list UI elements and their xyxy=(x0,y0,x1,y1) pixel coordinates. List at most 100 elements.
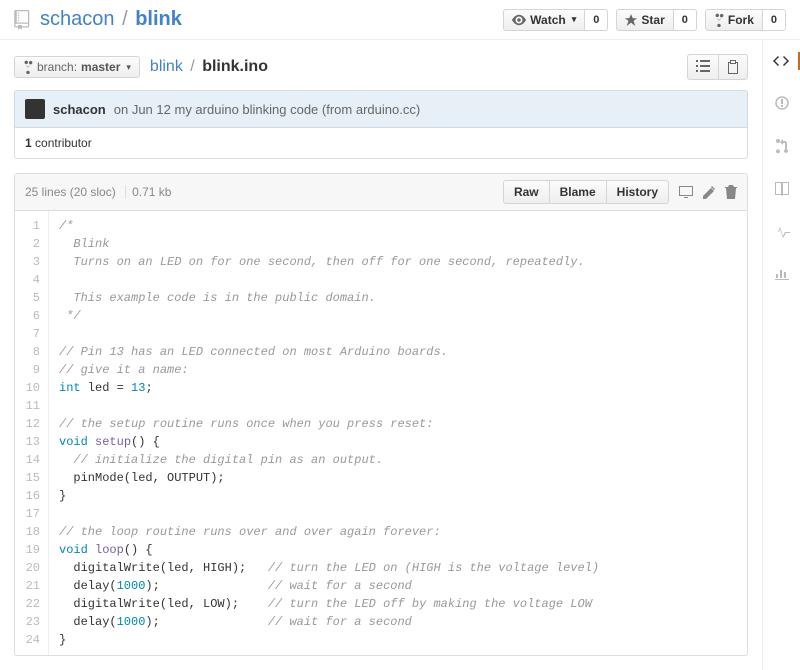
code-line xyxy=(59,397,599,415)
code-line: // initialize the digital pin as an outp… xyxy=(59,451,599,469)
line-number[interactable]: 20 xyxy=(23,559,40,577)
line-number[interactable]: 3 xyxy=(23,253,40,271)
code-line: delay(1000); // wait for a second xyxy=(59,613,599,631)
fork-button[interactable]: Fork xyxy=(705,9,763,31)
code-lines[interactable]: /* Blink Turns on an LED on for one seco… xyxy=(49,211,609,655)
path-row: branch: master ▾ blink / blink.ino xyxy=(14,54,748,80)
code-line: delay(1000); // wait for a second xyxy=(59,577,599,595)
sidebar-pulse[interactable] xyxy=(763,222,800,240)
sidebar-pulls[interactable] xyxy=(763,136,800,156)
commit-date: on Jun 12 xyxy=(114,102,171,117)
line-number[interactable]: 12 xyxy=(23,415,40,433)
path-root[interactable]: blink xyxy=(150,58,183,75)
branch-select[interactable]: branch: master ▾ xyxy=(14,56,140,78)
clipboard-icon xyxy=(727,60,739,74)
trash-icon xyxy=(725,185,737,199)
line-number[interactable]: 15 xyxy=(23,469,40,487)
star-count[interactable]: 0 xyxy=(674,9,697,31)
line-numbers: 123456789101112131415161718192021222324 xyxy=(15,211,49,655)
sidebar-code[interactable] xyxy=(763,52,800,70)
repo-actions: Watch▾ 0 Star 0 Fork 0 xyxy=(503,9,786,31)
code-icon xyxy=(773,54,789,68)
file-size: 0.71 kb xyxy=(132,185,171,199)
avatar[interactable] xyxy=(25,99,45,119)
star-button[interactable]: Star xyxy=(616,9,673,31)
line-number[interactable]: 16 xyxy=(23,487,40,505)
sidebar xyxy=(762,40,800,670)
repo-name-link[interactable]: blink xyxy=(135,8,182,30)
code-line: Turns on an LED on for one second, then … xyxy=(59,253,599,271)
sidebar-graphs[interactable] xyxy=(763,264,800,282)
watch-count[interactable]: 0 xyxy=(585,9,608,31)
history-button[interactable]: History xyxy=(607,180,669,204)
line-number[interactable]: 2 xyxy=(23,235,40,253)
separator: / xyxy=(122,8,128,30)
graph-icon xyxy=(775,266,789,280)
line-number[interactable]: 10 xyxy=(23,379,40,397)
file-actions: Raw Blame History xyxy=(503,180,737,204)
content: branch: master ▾ blink / blink.ino schac… xyxy=(0,40,762,670)
sidebar-issues[interactable] xyxy=(763,94,800,112)
eye-icon xyxy=(512,14,526,26)
line-number[interactable]: 11 xyxy=(23,397,40,415)
fork-label: Fork xyxy=(728,13,754,27)
line-number[interactable]: 1 xyxy=(23,217,40,235)
line-number[interactable]: 6 xyxy=(23,307,40,325)
edit-button[interactable] xyxy=(703,185,715,199)
main: branch: master ▾ blink / blink.ino schac… xyxy=(0,40,800,670)
code-line: void loop() { xyxy=(59,541,599,559)
code-line: digitalWrite(led, HIGH); // turn the LED… xyxy=(59,559,599,577)
code-line: // the loop routine runs over and over a… xyxy=(59,523,599,541)
commit-message: my arduino blinking code (from arduino.c… xyxy=(174,102,420,117)
code-line: */ xyxy=(59,307,599,325)
line-number[interactable]: 7 xyxy=(23,325,40,343)
fork-group: Fork 0 xyxy=(705,9,786,31)
code-line: /* xyxy=(59,217,599,235)
code-line: } xyxy=(59,631,599,649)
line-number[interactable]: 24 xyxy=(23,631,40,649)
commit-meta: on Jun 12 my arduino blinking code (from… xyxy=(114,102,420,117)
code-line: // the setup routine runs once when you … xyxy=(59,415,599,433)
code-line: digitalWrite(led, LOW); // turn the LED … xyxy=(59,595,599,613)
delete-button[interactable] xyxy=(725,185,737,199)
line-number[interactable]: 18 xyxy=(23,523,40,541)
line-number[interactable]: 8 xyxy=(23,343,40,361)
branch-value: master xyxy=(81,60,120,74)
book-icon xyxy=(774,182,790,196)
fork-count[interactable]: 0 xyxy=(763,9,786,31)
repo-icon xyxy=(14,10,32,30)
contributors-box: 1 contributor xyxy=(14,128,748,159)
line-number[interactable]: 14 xyxy=(23,451,40,469)
file-header: 25 lines (20 sloc) 0.71 kb Raw Blame His… xyxy=(15,174,747,211)
line-number[interactable]: 19 xyxy=(23,541,40,559)
line-number[interactable]: 21 xyxy=(23,577,40,595)
list-view-button[interactable] xyxy=(687,54,719,80)
pulse-icon xyxy=(774,224,790,238)
line-number[interactable]: 22 xyxy=(23,595,40,613)
line-number[interactable]: 9 xyxy=(23,361,40,379)
copy-path-button[interactable] xyxy=(719,54,748,80)
line-number[interactable]: 4 xyxy=(23,271,40,289)
star-label: Star xyxy=(641,13,664,27)
breadcrumb: blink / blink.ino xyxy=(150,58,268,76)
code-view: 123456789101112131415161718192021222324 … xyxy=(15,211,747,655)
branch-icon xyxy=(23,60,33,74)
line-number[interactable]: 23 xyxy=(23,613,40,631)
pull-request-icon xyxy=(776,138,788,154)
star-group: Star 0 xyxy=(616,9,696,31)
code-line: int led = 13; xyxy=(59,379,599,397)
blame-button[interactable]: Blame xyxy=(550,180,607,204)
raw-button[interactable]: Raw xyxy=(503,180,550,204)
sidebar-wiki[interactable] xyxy=(763,180,800,198)
line-number[interactable]: 17 xyxy=(23,505,40,523)
commit-author[interactable]: schacon xyxy=(53,102,106,117)
code-line: // Pin 13 has an LED connected on most A… xyxy=(59,343,599,361)
fullscreen-button[interactable] xyxy=(679,186,693,198)
line-number[interactable]: 5 xyxy=(23,289,40,307)
line-number[interactable]: 13 xyxy=(23,433,40,451)
code-line: pinMode(led, OUTPUT); xyxy=(59,469,599,487)
repo-owner-link[interactable]: schacon xyxy=(40,8,115,30)
watch-button[interactable]: Watch▾ xyxy=(503,9,585,31)
separator: / xyxy=(190,58,194,75)
fork-icon xyxy=(714,13,724,27)
